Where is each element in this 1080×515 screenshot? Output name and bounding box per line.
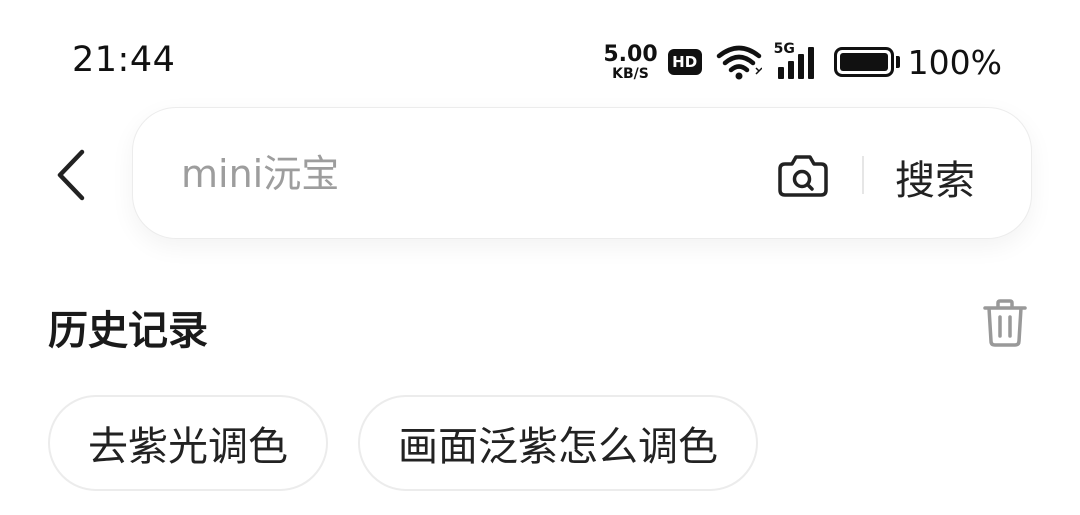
battery-icon bbox=[833, 47, 900, 77]
wifi-icon bbox=[716, 45, 762, 80]
camera-search-button[interactable] bbox=[777, 152, 829, 198]
network-type-label: 5G bbox=[773, 41, 795, 57]
camera-search-icon bbox=[778, 155, 828, 197]
cellular-signal-icon: 5G bbox=[774, 41, 820, 79]
history-item[interactable]: 画面泛紫怎么调色 bbox=[358, 395, 758, 491]
chevron-left-icon bbox=[57, 149, 85, 201]
search-input[interactable] bbox=[181, 142, 741, 206]
search-screen: 21:44 5.00 KB/S HD 5G 100% mini沅宝 搜索 历史记… bbox=[0, 0, 1080, 515]
trash-icon bbox=[983, 299, 1027, 347]
status-bar: 21:44 5.00 KB/S HD 5G 100% bbox=[0, 0, 1080, 100]
status-time: 21:44 bbox=[72, 40, 176, 80]
battery-percent: 100% bbox=[907, 42, 1002, 82]
search-divider bbox=[862, 156, 864, 194]
network-speed-unit: KB/S bbox=[612, 65, 649, 82]
search-bar: 搜索 bbox=[132, 107, 1032, 239]
hd-badge: HD bbox=[667, 49, 702, 75]
network-speed: 5.00 KB/S bbox=[603, 41, 658, 82]
battery-level-fill bbox=[839, 53, 888, 71]
back-button[interactable] bbox=[46, 140, 96, 210]
history-list: 去紫光调色 画面泛紫怎么调色 bbox=[48, 395, 788, 491]
history-item[interactable]: 去紫光调色 bbox=[48, 395, 328, 491]
network-speed-value: 5.00 bbox=[603, 41, 658, 67]
clear-history-button[interactable] bbox=[982, 298, 1028, 348]
search-button[interactable]: 搜索 bbox=[895, 148, 975, 206]
status-icons: 5.00 KB/S HD 5G 100% bbox=[603, 40, 1002, 84]
history-title: 历史记录 bbox=[48, 308, 208, 354]
